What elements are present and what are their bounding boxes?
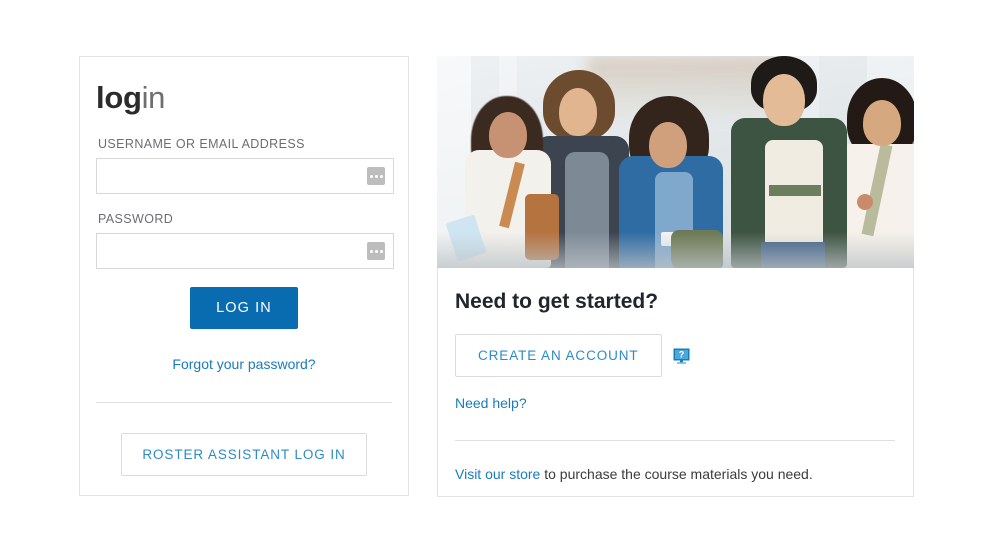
ellipsis-badge-icon[interactable]	[367, 167, 385, 186]
monitor-question-help-icon[interactable]: ?	[673, 348, 690, 364]
need-help-link[interactable]: Need help?	[455, 395, 527, 411]
head	[763, 74, 805, 126]
head	[649, 122, 687, 168]
forgot-password-link[interactable]: Forgot your password?	[172, 356, 315, 372]
page-title-bold: log	[96, 80, 142, 115]
password-input[interactable]	[96, 233, 394, 270]
roster-button-row: ROSTER ASSISTANT LOG IN	[96, 433, 392, 477]
store-row-text: to purchase the course materials you nee…	[540, 466, 813, 482]
dot-3	[379, 249, 383, 253]
ellipsis-badge-icon[interactable]	[367, 242, 385, 261]
info-panel: Need to get started? CREATE AN ACCOUNT ?…	[437, 56, 914, 497]
page-title-light: in	[141, 80, 166, 115]
dot-2	[374, 249, 378, 253]
login-panel-inner: login USERNAME OR EMAIL ADDRESS PASSWORD…	[80, 57, 408, 477]
username-label: USERNAME OR EMAIL ADDRESS	[98, 137, 305, 152]
visit-our-store-link[interactable]: Visit our store	[455, 466, 540, 482]
students-walking-photo	[437, 56, 914, 268]
dot-1	[369, 249, 373, 253]
dot-3	[379, 174, 383, 178]
svg-text:?: ?	[678, 349, 684, 359]
store-row: Visit our store to purchase the course m…	[455, 466, 895, 482]
username-input[interactable]	[96, 158, 394, 195]
login-divider	[96, 402, 392, 404]
log-in-button[interactable]: LOG IN	[190, 287, 298, 330]
shirt-badge	[857, 194, 873, 210]
forgot-password-row: Forgot your password?	[96, 356, 392, 374]
page-title: login	[96, 80, 392, 115]
roster-assistant-log-in-button[interactable]: ROSTER ASSISTANT LOG IN	[121, 433, 367, 477]
dot-1	[369, 174, 373, 178]
info-divider	[455, 440, 895, 441]
username-field-wrap	[96, 158, 394, 195]
info-panel-body: Need to get started? CREATE AN ACCOUNT ?…	[437, 268, 914, 497]
dot-2	[374, 174, 378, 178]
password-label: PASSWORD	[98, 212, 174, 227]
head	[863, 100, 901, 146]
login-button-row: LOG IN	[96, 287, 392, 330]
create-account-row: CREATE AN ACCOUNT ?	[455, 334, 895, 377]
head	[559, 88, 597, 136]
head	[489, 112, 527, 158]
hero-bg-floor	[437, 232, 914, 268]
need-help-row: Need help?	[455, 395, 895, 413]
tee-stripe	[769, 185, 821, 196]
login-panel: login USERNAME OR EMAIL ADDRESS PASSWORD…	[79, 56, 409, 496]
password-field-wrap	[96, 233, 394, 270]
create-an-account-button[interactable]: CREATE AN ACCOUNT	[455, 334, 662, 377]
info-panel-title: Need to get started?	[455, 290, 659, 313]
